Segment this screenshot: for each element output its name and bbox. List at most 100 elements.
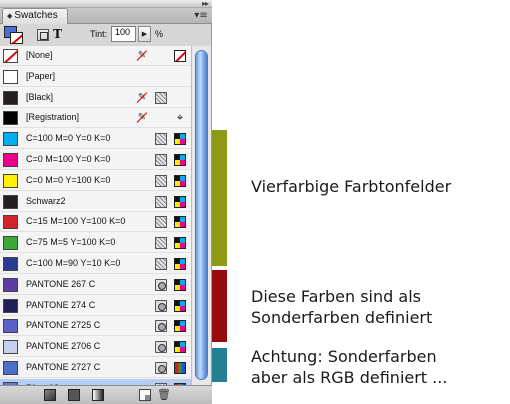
cannot-edit-icon: ✎: [135, 49, 149, 63]
annotation-line: Sonderfarben definiert: [251, 308, 433, 327]
swatch-row[interactable]: PANTONE 2727 C: [0, 358, 191, 378]
annotation-line: Vierfarbige Farbtonfelder: [251, 177, 452, 196]
cmyk-mode-icon: [174, 237, 186, 250]
collapse-panel-icon[interactable]: ▸▸: [202, 0, 209, 8]
swatch-row[interactable]: [Paper]: [0, 66, 191, 87]
spot-color-icon: [155, 278, 167, 291]
panel-tab-bar: ◆ Swatches ▾≡: [0, 8, 212, 24]
swatch-color-chip: [3, 69, 18, 84]
swatch-name: Schwarz2: [26, 195, 66, 206]
swatch-row[interactable]: Schwarz2: [0, 191, 191, 212]
process-color-icon: [155, 154, 167, 166]
swatch-color-chip: [3, 111, 18, 126]
swatch-color-chip: [3, 132, 18, 147]
swatch-name: C=0 M=0 Y=100 K=0: [26, 174, 111, 185]
panel-title-strip[interactable]: ▸▸: [0, 0, 212, 8]
tab-swatches-label: Swatches: [14, 10, 58, 21]
scrollbar-thumb[interactable]: [195, 50, 208, 380]
process-color-icon: [155, 195, 167, 208]
annotation-line: Diese Farben sind als: [251, 287, 421, 306]
swatch-name: C=75 M=5 Y=100 K=0: [26, 237, 116, 248]
annotation-spot-colors: Diese Farben sind als Sonderfarben defin…: [251, 286, 432, 328]
cmyk-mode-icon: [174, 299, 186, 312]
swatches-panel: ▸▸ ◆ Swatches ▾≡ T Tint: 100 ▶ % [None] ✎[…: [0, 0, 212, 404]
swatch-name: C=100 M=0 Y=0 K=0: [26, 133, 111, 144]
show-all-swatches-icon[interactable]: [44, 389, 56, 401]
tab-expand-icon[interactable]: ◆: [7, 13, 12, 20]
swatch-row[interactable]: C=0 M=100 Y=0 K=0: [0, 150, 191, 170]
swatch-color-chip: [3, 153, 18, 167]
swatch-color-chip: [3, 236, 18, 251]
process-color-icon: [155, 91, 167, 104]
swatch-color-chip: [3, 298, 18, 313]
swatch-row[interactable]: PANTONE 274 C: [0, 295, 191, 316]
swatch-name: PANTONE 267 C: [26, 278, 96, 289]
cmyk-mode-icon: [174, 154, 186, 166]
cannot-edit-icon: ✎: [135, 111, 149, 125]
spot-color-icon: [155, 341, 167, 354]
process-color-icon: [155, 237, 167, 250]
cmyk-mode-icon: [174, 258, 186, 270]
delete-swatch-icon[interactable]: 🗑: [157, 389, 171, 401]
process-color-icon: [155, 133, 167, 146]
swatch-name: [Paper]: [26, 70, 56, 81]
show-gradient-swatches-icon[interactable]: [92, 389, 104, 401]
swatch-name: [Registration]: [26, 112, 80, 123]
formatting-container-icon[interactable]: [37, 29, 49, 41]
process-color-icon: [155, 216, 167, 229]
cmyk-mode-icon: [174, 195, 186, 208]
formatting-text-icon[interactable]: T: [53, 27, 62, 41]
swatch-row[interactable]: C=100 M=90 Y=10 K=0: [0, 254, 191, 274]
swatch-name: C=100 M=90 Y=10 K=0: [26, 258, 121, 268]
stroke-swatch-icon[interactable]: [10, 32, 23, 44]
swatch-name: PANTONE 2727 C: [26, 362, 101, 372]
spot-color-icon: [155, 299, 167, 312]
panel-bottom-bar: 🗑: [0, 385, 212, 404]
show-color-swatches-icon[interactable]: [68, 389, 80, 401]
cmyk-mode-icon: [174, 341, 186, 354]
annotation-line: Achtung: Sonderfarben: [251, 347, 437, 366]
swatch-name: PANTONE 2706 C: [26, 341, 101, 352]
swatches-toolbar: T Tint: 100 ▶ %: [0, 25, 212, 45]
swatch-color-chip: [3, 90, 18, 105]
swatch-name: [Black]: [26, 91, 54, 102]
swatch-row[interactable]: PANTONE 267 C: [0, 274, 191, 295]
annotation-line: aber als RGB definiert ...: [251, 368, 448, 387]
swatch-list-scrollbar[interactable]: [191, 46, 211, 385]
swatch-row[interactable]: C=15 M=100 Y=100 K=0: [0, 212, 191, 233]
rgb-mode-icon: [174, 362, 186, 374]
cmyk-mode-icon: [174, 133, 186, 146]
swatch-row[interactable]: PANTONE 2725 C: [0, 316, 191, 337]
tab-swatches[interactable]: ◆ Swatches: [2, 8, 68, 24]
swatch-color-chip: [3, 319, 18, 334]
swatch-list: [None] ✎ [Paper] [Black] ✎ [Registration] ✎ ⌖ C=…: [0, 46, 191, 385]
swatch-color-chip: [3, 361, 18, 375]
cmyk-mode-icon: [174, 174, 186, 187]
swatch-color-chip: [3, 194, 18, 209]
swatch-name: PANTONE 274 C: [26, 299, 96, 310]
swatch-color-chip: [3, 215, 18, 230]
tint-input[interactable]: 100: [111, 26, 136, 42]
tint-label: Tint:: [90, 29, 108, 39]
swatch-row[interactable]: PANTONE 2706 C: [0, 337, 191, 358]
spot-rgb-warning-bracket: [212, 348, 227, 382]
swatch-row[interactable]: [None] ✎: [0, 46, 191, 66]
swatch-row[interactable]: C=0 M=0 Y=100 K=0: [0, 170, 191, 191]
swatch-row[interactable]: C=75 M=5 Y=100 K=0: [0, 233, 191, 254]
panel-menu-icon[interactable]: ▾≡: [194, 9, 208, 22]
registration-mark-icon: ⌖: [176, 112, 184, 125]
annotation-process-colors: Vierfarbige Farbtonfelder: [251, 176, 451, 197]
swatch-row[interactable]: C=100 M=0 Y=0 K=0: [0, 129, 191, 150]
cannot-edit-icon: ✎: [135, 91, 149, 105]
spot-colors-bracket: [212, 270, 227, 342]
fill-stroke-control[interactable]: [4, 26, 24, 44]
swatch-row[interactable]: [Registration] ✎ ⌖: [0, 108, 191, 129]
swatch-color-chip: [3, 277, 18, 292]
new-swatch-icon[interactable]: [139, 389, 151, 401]
swatch-name: C=15 M=100 Y=100 K=0: [26, 216, 126, 227]
swatch-name: [None]: [26, 50, 53, 60]
cmyk-mode-icon: [174, 320, 186, 333]
swatch-color-chip: [3, 257, 18, 271]
swatch-row[interactable]: [Black] ✎: [0, 87, 191, 108]
tint-slider-arrow-icon[interactable]: ▶: [138, 26, 151, 42]
